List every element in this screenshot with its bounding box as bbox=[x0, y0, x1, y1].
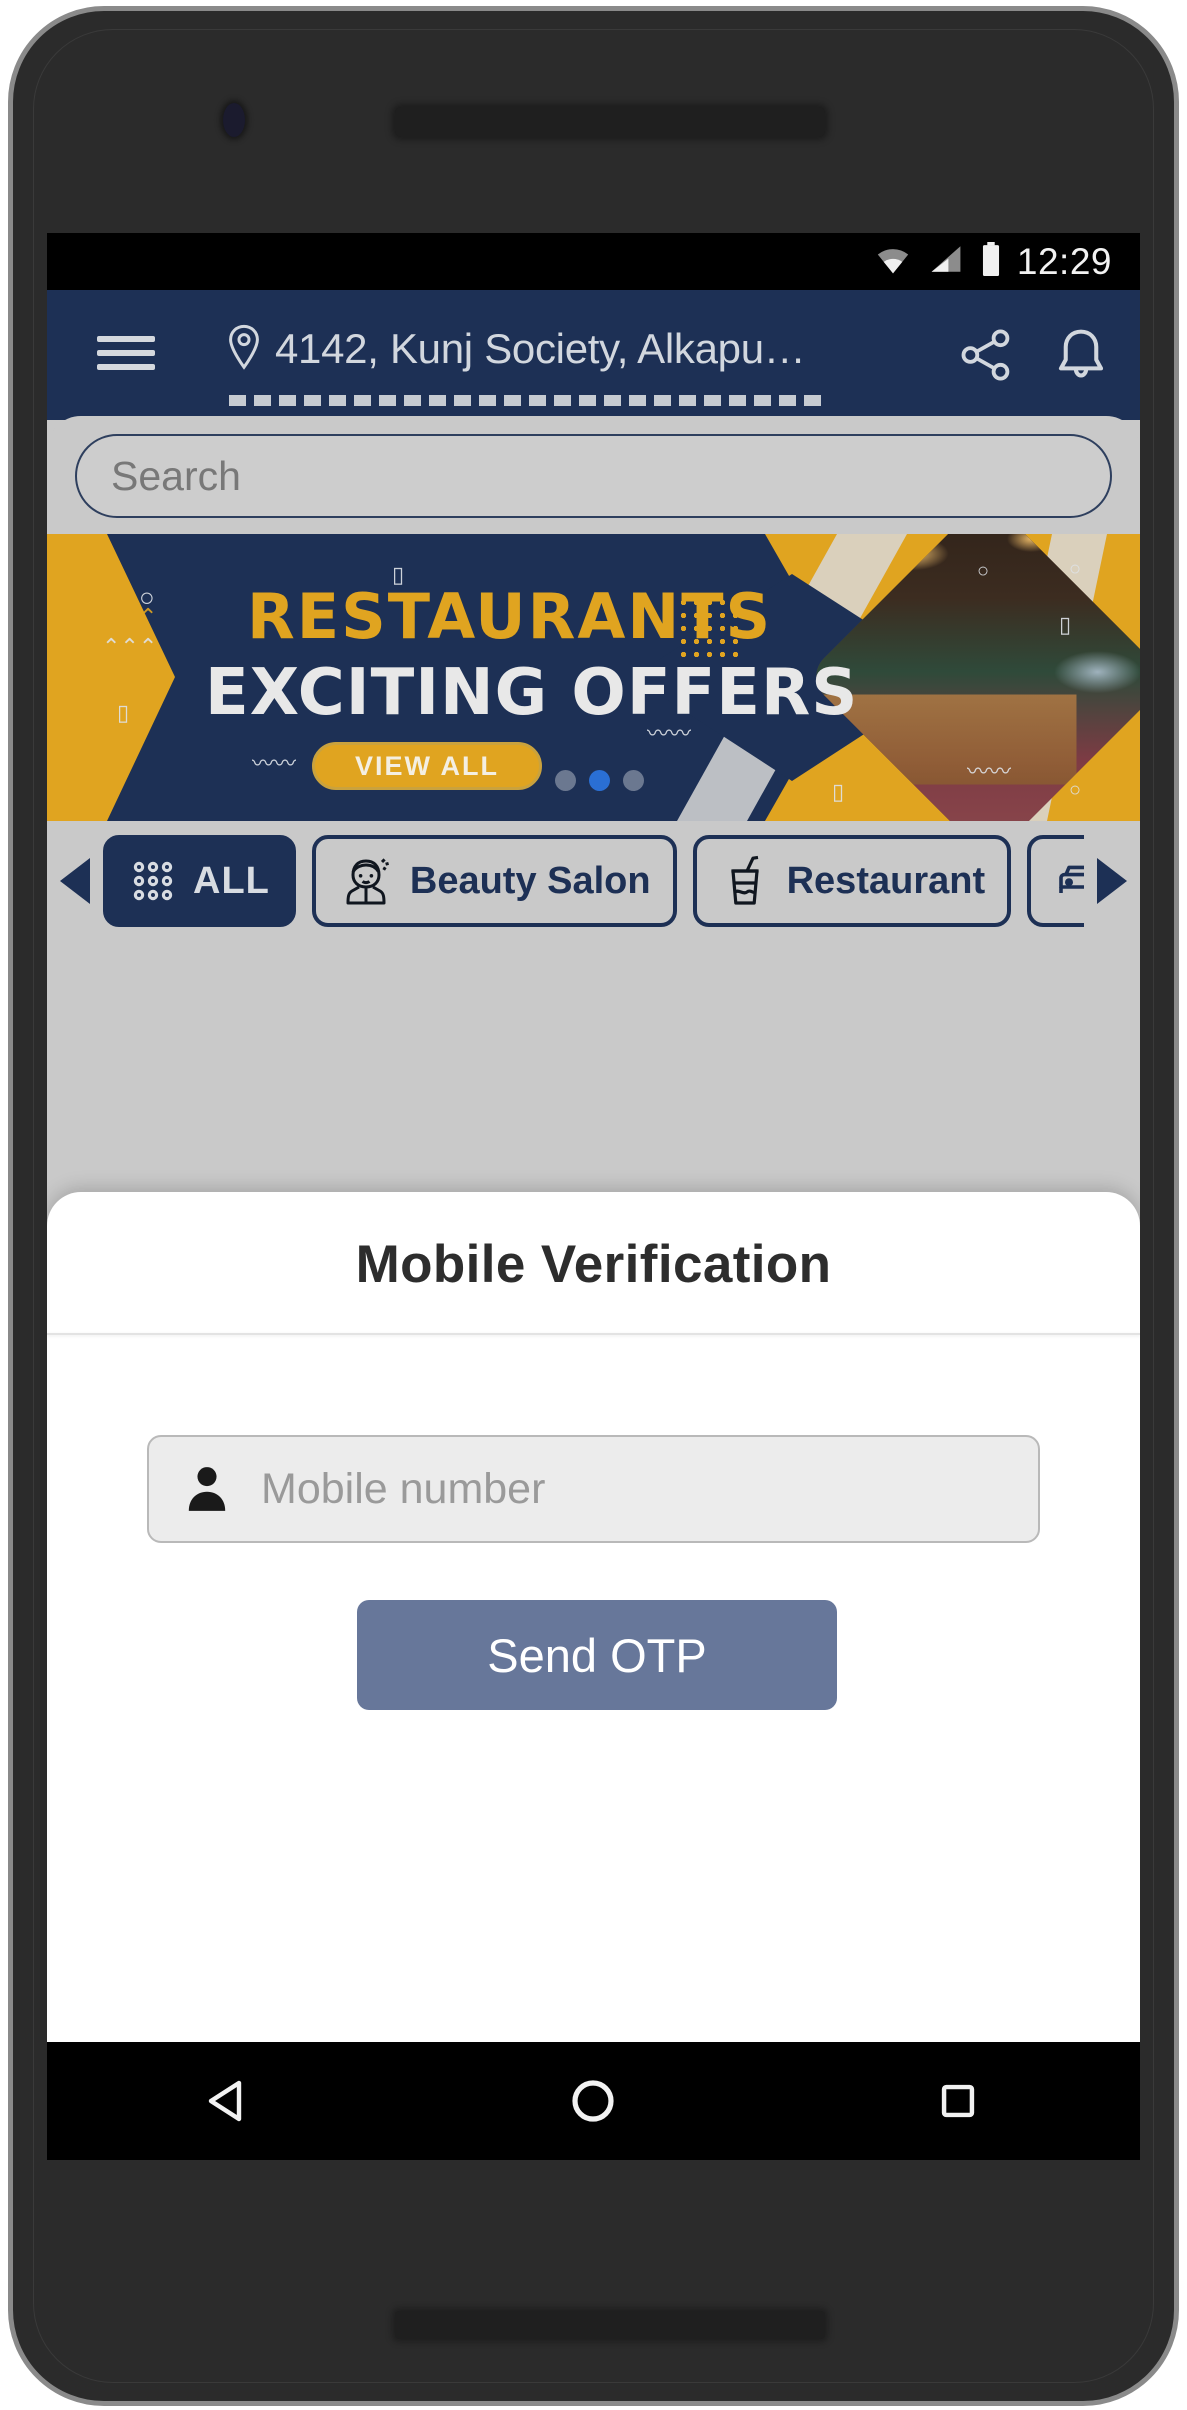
back-triangle-icon[interactable] bbox=[159, 2042, 299, 2160]
address-underline-dashes bbox=[229, 395, 829, 406]
promo-banner[interactable]: ○ ⌃⌃⌃ ⌃⌃⌃ ▯ 〰〰 ▯ 〰〰 〰〰 ○ ○ ○ ▯ ▯ RESTAUR… bbox=[47, 534, 1140, 821]
view-all-label: VIEW ALL bbox=[355, 750, 499, 781]
send-otp-button[interactable]: Send OTP bbox=[357, 1600, 837, 1710]
banner-title: RESTAURANTS bbox=[247, 580, 773, 653]
beautician-icon bbox=[338, 853, 394, 909]
location-selector[interactable]: 4142, Kunj Society, Alkapu… bbox=[227, 318, 910, 380]
category-tab-restaurant[interactable]: Restaurant bbox=[692, 835, 1012, 927]
home-circle-icon[interactable] bbox=[523, 2042, 663, 2160]
mobile-number-placeholder: Mobile number bbox=[261, 1464, 546, 1513]
category-label-all: ALL bbox=[193, 859, 270, 902]
car-icon bbox=[1053, 859, 1084, 903]
android-navigation-bar bbox=[47, 2042, 1140, 2160]
search-zone: Search bbox=[47, 416, 1140, 534]
search-placeholder: Search bbox=[111, 452, 241, 499]
bell-icon[interactable] bbox=[1050, 324, 1112, 391]
status-bar: 12:29 bbox=[47, 233, 1140, 290]
bottom-speaker bbox=[395, 2311, 825, 2339]
grid-dots-icon bbox=[129, 857, 177, 905]
phone-screen: 12:29 4142, Kunj Society, Alkapu… Search… bbox=[47, 233, 1140, 2160]
banner-dot-2[interactable] bbox=[589, 770, 610, 791]
app-bar: 4142, Kunj Society, Alkapu… bbox=[47, 290, 1140, 420]
banner-dot-1[interactable] bbox=[555, 770, 576, 791]
dialog-title: Mobile Verification bbox=[355, 1235, 832, 1294]
current-address: 4142, Kunj Society, Alkapu… bbox=[275, 325, 806, 372]
search-input[interactable]: Search bbox=[75, 434, 1112, 518]
category-tab-beauty-salon[interactable]: Beauty Salon bbox=[311, 835, 677, 927]
wifi-icon bbox=[873, 243, 913, 280]
cellular-signal-icon bbox=[927, 243, 965, 280]
dialog-divider bbox=[47, 1333, 1140, 1335]
earpiece-speaker bbox=[395, 107, 825, 137]
front-camera-icon bbox=[223, 103, 245, 137]
battery-icon bbox=[979, 242, 1003, 281]
status-bar-time: 12:29 bbox=[1016, 240, 1112, 282]
person-icon bbox=[181, 1461, 233, 1518]
view-all-button[interactable]: VIEW ALL bbox=[312, 742, 542, 790]
share-icon[interactable] bbox=[957, 326, 1015, 389]
banner-dot-3[interactable] bbox=[623, 770, 644, 791]
hamburger-menu-icon[interactable] bbox=[97, 336, 155, 376]
device-frame: 12:29 4142, Kunj Society, Alkapu… Search… bbox=[0, 0, 1187, 2410]
mobile-verification-dialog: Mobile Verification Mobile number Send O… bbox=[47, 1192, 1140, 2160]
banner-subtitle: EXCITING OFFERS bbox=[205, 656, 859, 730]
chevron-right-icon[interactable] bbox=[1084, 854, 1134, 908]
category-label-beauty-salon: Beauty Salon bbox=[409, 859, 651, 902]
chevron-left-icon[interactable] bbox=[53, 854, 103, 908]
recents-square-icon[interactable] bbox=[888, 2042, 1028, 2160]
mobile-number-input[interactable]: Mobile number bbox=[147, 1435, 1040, 1543]
location-pin-icon bbox=[227, 324, 261, 375]
category-tab-bar: ALL Beauty Salon Restaurant bbox=[47, 821, 1140, 941]
category-tab-car[interactable] bbox=[1027, 835, 1084, 927]
banner-pagination-dots[interactable] bbox=[555, 770, 644, 791]
category-scroll-container[interactable]: ALL Beauty Salon Restaurant bbox=[103, 835, 1084, 927]
category-label-restaurant: Restaurant bbox=[786, 859, 986, 902]
category-tab-all[interactable]: ALL bbox=[103, 835, 296, 927]
fastfood-icon bbox=[719, 853, 771, 909]
